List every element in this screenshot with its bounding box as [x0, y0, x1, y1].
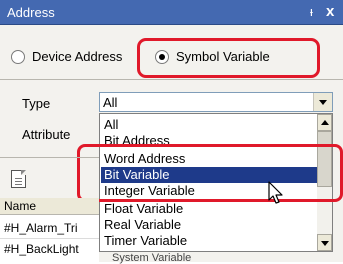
highlight-box-symbol-variable [137, 38, 320, 78]
type-label: Type [22, 96, 51, 111]
name-column-header[interactable]: Name [4, 199, 36, 213]
table-row[interactable]: #H_Alarm_Tri [4, 221, 78, 235]
option-real-variable[interactable]: Real Variable [104, 217, 181, 233]
divider [0, 79, 343, 80]
type-select[interactable]: All [99, 92, 333, 112]
scroll-down-button[interactable] [317, 234, 332, 251]
new-document-icon[interactable] [11, 170, 26, 188]
divider [0, 157, 99, 158]
panel-title: Address [7, 5, 55, 20]
option-float-variable[interactable]: Float Variable [104, 201, 183, 217]
type-select-value: All [103, 95, 118, 110]
text-line [15, 178, 22, 179]
type-dropdown-button[interactable] [313, 93, 332, 111]
text-line [15, 184, 22, 185]
option-all[interactable]: All [104, 117, 118, 133]
device-address-radio[interactable] [11, 50, 25, 64]
highlight-box-bit-variable [77, 144, 343, 202]
option-timer-variable[interactable]: Timer Variable [104, 233, 187, 249]
chevron-down-icon [321, 241, 329, 246]
chevron-up-icon [321, 120, 329, 125]
partial-cell-text: System Variable [112, 252, 192, 264]
pin-icon[interactable]: ᵻ [310, 4, 313, 19]
device-address-label[interactable]: Device Address [32, 49, 122, 64]
text-line [15, 181, 22, 182]
row-divider [0, 238, 99, 239]
table-row[interactable]: #H_BackLight [4, 242, 79, 256]
scroll-up-button[interactable] [317, 114, 332, 131]
chevron-down-icon [319, 100, 327, 105]
mouse-pointer-icon [268, 181, 283, 204]
page-fold [21, 170, 26, 175]
grid-header[interactable]: Name [0, 198, 99, 215]
attribute-label: Attribute [22, 127, 71, 142]
close-icon[interactable]: x [326, 3, 334, 20]
panel-title-bar: Address ᵻ x [0, 0, 343, 25]
